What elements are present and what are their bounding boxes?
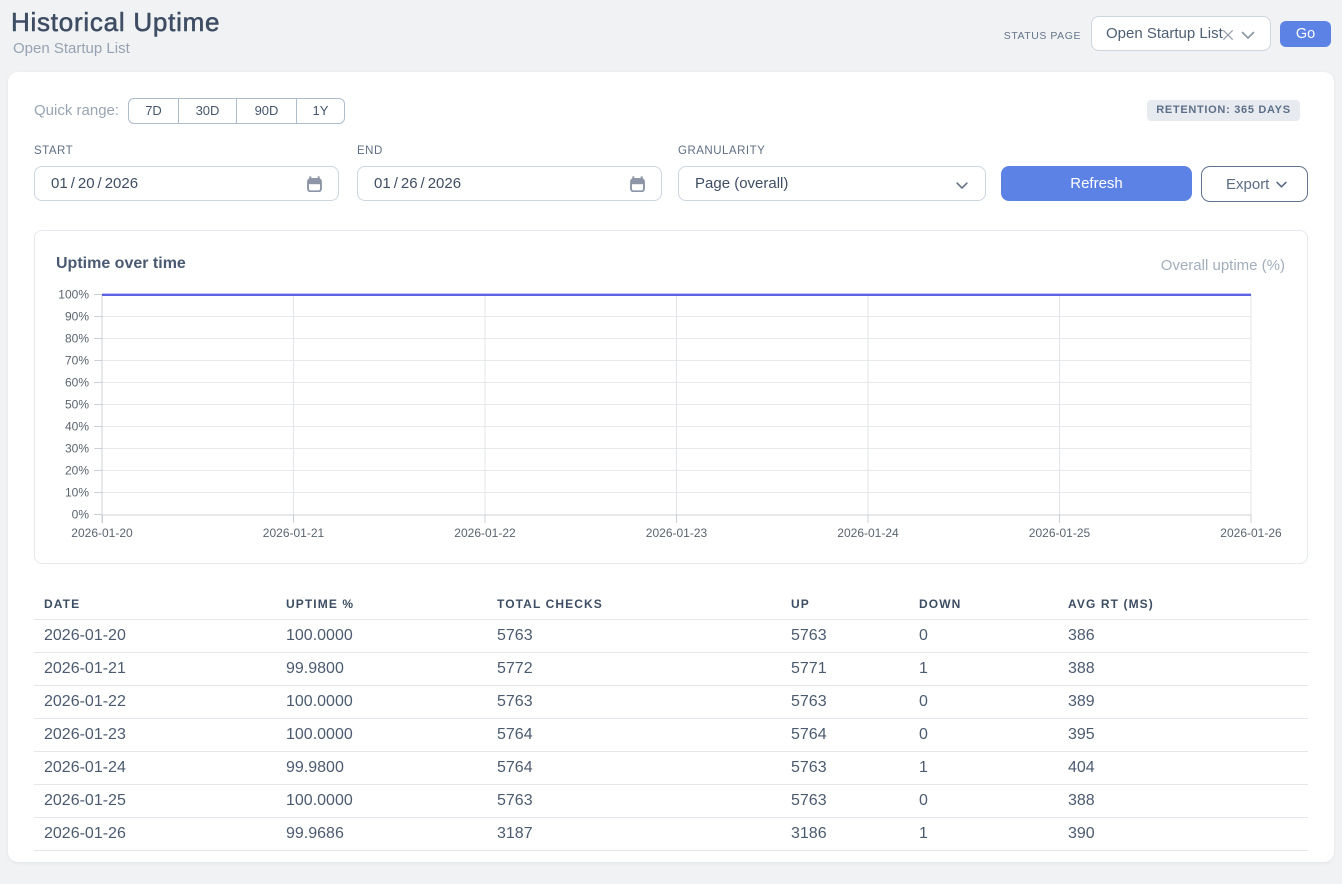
svg-text:10%: 10%	[65, 486, 89, 500]
svg-text:100%: 100%	[58, 288, 89, 302]
svg-text:2026-01-25: 2026-01-25	[1029, 526, 1091, 540]
svg-text:80%: 80%	[65, 332, 89, 346]
svg-text:0%: 0%	[72, 508, 90, 522]
svg-text:2026-01-21: 2026-01-21	[263, 526, 325, 540]
svg-text:50%: 50%	[65, 398, 89, 412]
svg-text:70%: 70%	[65, 354, 89, 368]
svg-text:20%: 20%	[65, 464, 89, 478]
svg-text:2026-01-23: 2026-01-23	[646, 526, 708, 540]
svg-text:2026-01-26: 2026-01-26	[1220, 526, 1282, 540]
svg-text:60%: 60%	[65, 376, 89, 390]
svg-text:2026-01-22: 2026-01-22	[454, 526, 516, 540]
svg-text:2026-01-24: 2026-01-24	[837, 526, 899, 540]
svg-text:2026-01-20: 2026-01-20	[71, 526, 133, 540]
svg-text:40%: 40%	[65, 420, 89, 434]
svg-text:90%: 90%	[65, 310, 89, 324]
svg-text:30%: 30%	[65, 442, 89, 456]
